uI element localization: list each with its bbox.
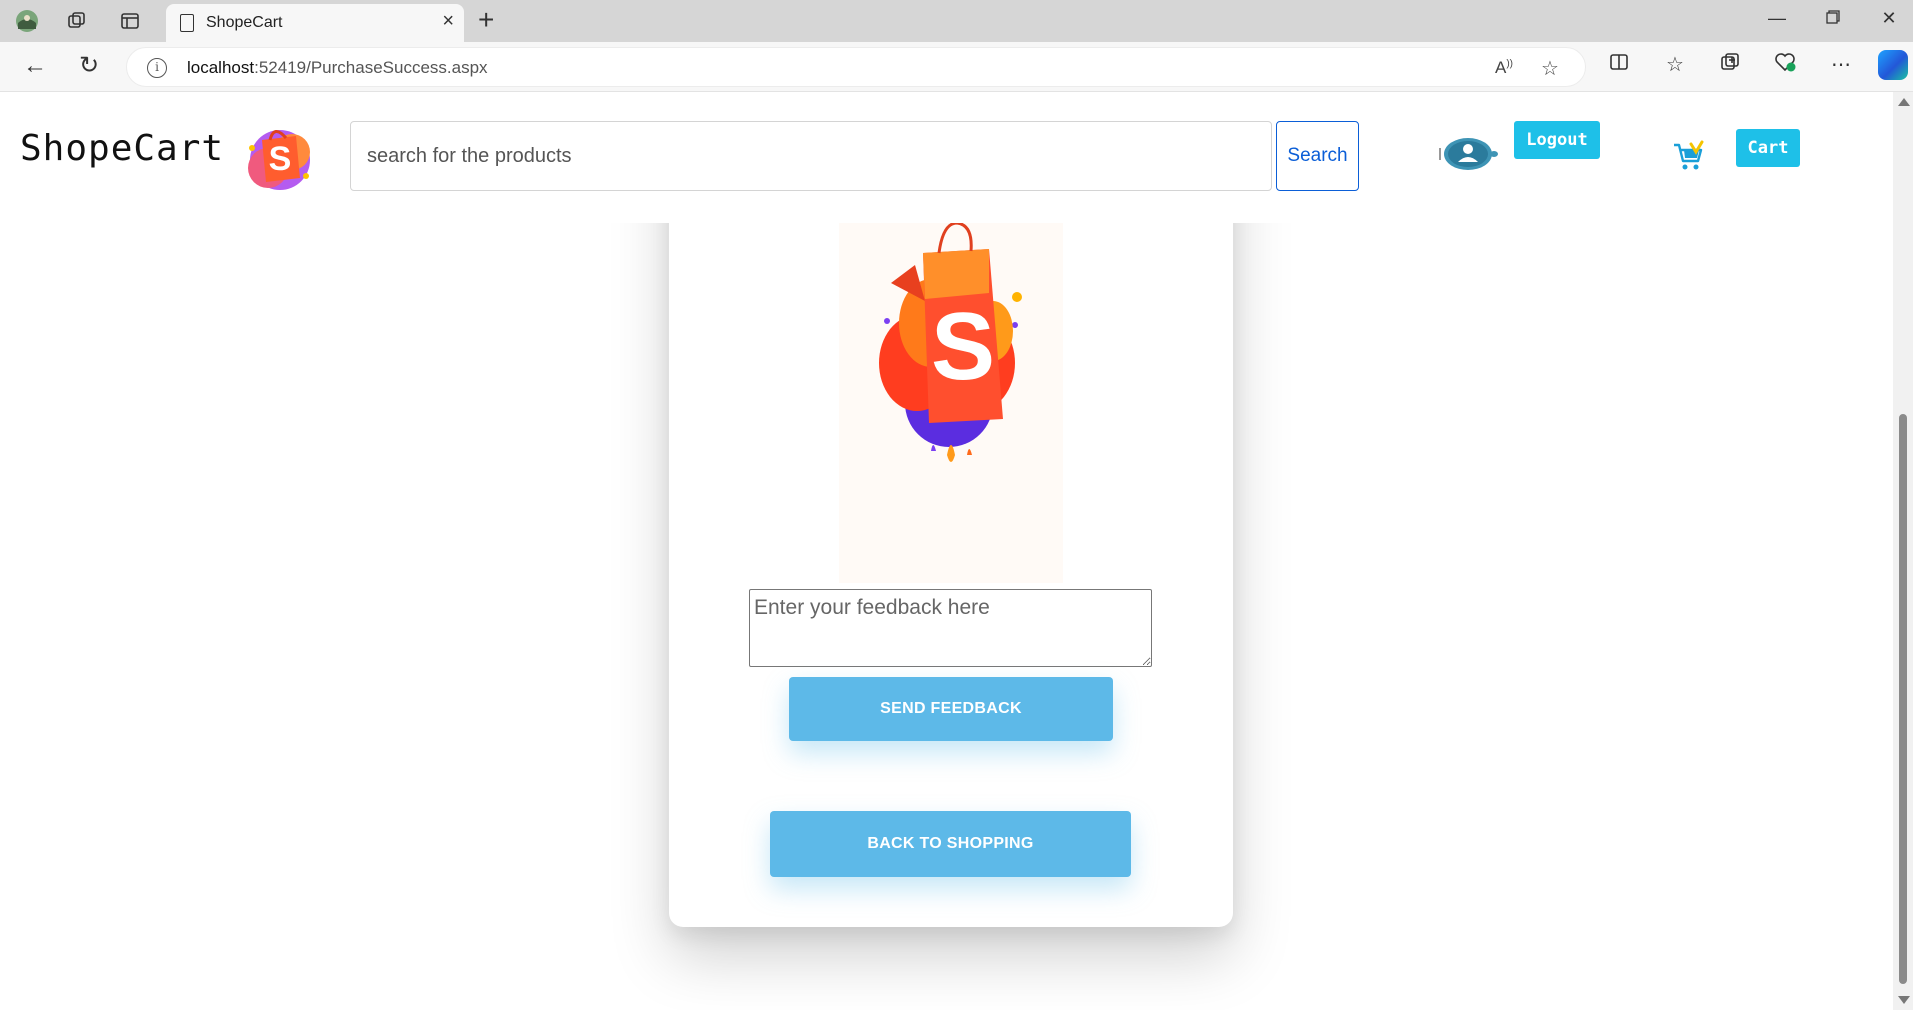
scroll-up-icon[interactable]	[1898, 98, 1910, 106]
tab-strip: ShopeCart × + — ✕	[0, 0, 1913, 42]
restore-icon[interactable]	[1818, 8, 1848, 29]
read-aloud-icon[interactable]: A))	[1495, 58, 1513, 78]
favorite-star-icon[interactable]: ☆	[1541, 56, 1559, 81]
copilot-icon[interactable]	[1878, 50, 1908, 80]
address-bar[interactable]: i localhost:52419/PurchaseSuccess.aspx A…	[126, 47, 1586, 87]
collections-icon[interactable]	[1715, 52, 1745, 78]
url-text[interactable]: localhost:52419/PurchaseSuccess.aspx	[187, 58, 488, 78]
page-scrollbar[interactable]	[1893, 92, 1913, 1010]
page-icon	[180, 14, 194, 32]
active-tab[interactable]: ShopeCart ×	[166, 4, 464, 42]
site-header: ShopeCart S Search Logout	[0, 92, 1893, 223]
favorites-icon[interactable]: ☆	[1660, 52, 1690, 77]
browser-toolbar: ← ↻ i localhost:52419/PurchaseSuccess.as…	[0, 42, 1913, 92]
tab-title: ShopeCart	[206, 14, 283, 31]
shopecart-logo-icon[interactable]: S	[240, 118, 316, 194]
minimize-icon[interactable]: —	[1762, 8, 1792, 29]
split-screen-icon[interactable]	[1604, 52, 1634, 78]
feedback-textarea[interactable]	[749, 589, 1152, 667]
site-info-icon[interactable]: i	[147, 58, 167, 78]
scroll-down-icon[interactable]	[1898, 996, 1910, 1004]
browser-window: ShopeCart × + — ✕ ← ↻ i localhost:52419/…	[0, 0, 1913, 1010]
send-feedback-button[interactable]: SEND FEEDBACK	[789, 677, 1113, 741]
workspaces-icon[interactable]	[64, 9, 90, 33]
logout-button[interactable]: Logout	[1514, 121, 1600, 159]
shopping-cart-icon[interactable]	[1672, 140, 1704, 172]
page-viewport: ShopeCart S Search Logout	[0, 92, 1893, 1010]
profile-icon[interactable]	[14, 9, 40, 33]
more-icon[interactable]: ⋯	[1826, 52, 1856, 77]
shopping-bag-logo-icon: S	[879, 221, 1022, 462]
shopecart-hero-image: S	[839, 221, 1063, 583]
svg-text:S: S	[931, 293, 995, 400]
brand-name[interactable]: ShopeCart	[20, 128, 224, 169]
vertical-tabs-icon[interactable]	[117, 9, 143, 33]
browser-essentials-icon[interactable]	[1770, 52, 1800, 78]
new-tab-icon[interactable]: +	[478, 4, 494, 36]
back-to-shopping-button[interactable]: BACK TO SHOPPING	[770, 811, 1131, 877]
cart-button[interactable]: Cart	[1736, 129, 1800, 167]
scrollbar-thumb[interactable]	[1899, 414, 1907, 984]
back-icon[interactable]: ←	[20, 52, 50, 82]
search-input[interactable]	[350, 121, 1272, 191]
search-button[interactable]: Search	[1276, 121, 1359, 191]
refresh-icon[interactable]: ↻	[74, 52, 104, 82]
svg-text:S: S	[269, 140, 292, 178]
close-window-icon[interactable]: ✕	[1874, 8, 1904, 29]
url-host: localhost	[187, 58, 255, 77]
tab-close-icon[interactable]: ×	[442, 10, 454, 33]
user-avatar-icon[interactable]	[1438, 134, 1498, 174]
url-path: :52419/PurchaseSuccess.aspx	[254, 58, 488, 77]
